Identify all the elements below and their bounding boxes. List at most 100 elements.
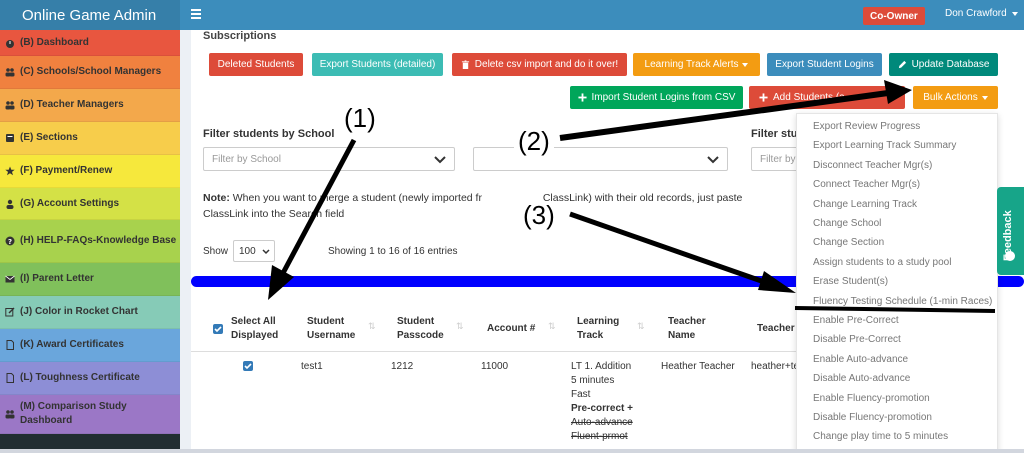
sidebar-item-4[interactable]: (E) Sections: [0, 122, 180, 155]
bulk-menu-item[interactable]: Disable Fluency-promotion: [813, 412, 932, 423]
export-student-logins-button[interactable]: Export Student Logins: [767, 53, 882, 76]
filter-school-select[interactable]: Filter by School: [203, 147, 455, 171]
section-title: Subscriptions: [203, 30, 277, 42]
sidebar-item-label: (B) Dashboard: [20, 36, 89, 48]
bulk-menu-item[interactable]: Fluency Testing Schedule (1-min Races): [813, 296, 992, 307]
bulk-menu-item[interactable]: Connect Teacher Mgr(s): [813, 179, 920, 190]
top-navbar: Co-Owner Don Crawford: [180, 0, 1024, 30]
delete-csv-import-button[interactable]: Delete csv import and do it over!: [452, 53, 627, 76]
feedback-tab[interactable]: Feedback: [997, 187, 1024, 275]
file-icon: [5, 373, 15, 383]
bulk-menu-item[interactable]: Export Learning Track Summary: [813, 140, 956, 151]
annotation-label-1: (1): [340, 104, 380, 132]
header-student-passcode[interactable]: Student Passcode: [397, 315, 444, 343]
update-database-button[interactable]: Update Database: [889, 53, 998, 76]
track-line: LT 1. Addition: [571, 361, 632, 372]
page-size-value: 100: [239, 245, 256, 257]
sidebar-item-label: (I) Parent Letter: [20, 273, 94, 284]
sort-icon[interactable]: ⇅: [548, 321, 556, 332]
role-badge: Co-Owner: [863, 7, 925, 25]
filter-secondary-select[interactable]: [473, 147, 728, 171]
header-teacher-name[interactable]: Teacher Name: [668, 315, 706, 343]
menu-toggle-icon[interactable]: [191, 9, 201, 19]
bulk-menu-item[interactable]: Disable Auto-advance: [813, 373, 910, 384]
bulk-menu-item[interactable]: Disable Pre-Correct: [813, 334, 901, 345]
header-teacher[interactable]: Teacher: [757, 322, 795, 336]
bulk-menu-item[interactable]: Enable Fluency-promotion: [813, 393, 930, 404]
help-icon: ?: [5, 236, 15, 246]
export-students-detailed-button[interactable]: Export Students (detailed): [312, 53, 443, 76]
filter-school-label: Filter students by School: [203, 128, 335, 140]
star-icon: [5, 166, 15, 176]
sidebar-item-5[interactable]: (F) Payment/Renew: [0, 155, 180, 188]
header-learning-track[interactable]: Learning Track: [577, 315, 619, 343]
bulk-menu-item[interactable]: Change Section: [813, 237, 884, 248]
app-title[interactable]: Online Game Admin: [0, 0, 180, 30]
sidebar-item-label: (K) Award Certificates: [20, 339, 124, 350]
book-icon: [5, 133, 15, 143]
edit-icon: [5, 307, 15, 317]
user-icon: [5, 199, 15, 209]
user-menu[interactable]: Don Crawford: [945, 8, 1018, 19]
learning-track-alerts-button[interactable]: Learning Track Alerts: [633, 53, 760, 76]
sidebar: Online Game Admin (B) Dashboard (C) Schoo…: [0, 0, 180, 453]
header-line: Account #: [487, 323, 536, 334]
header-student-username[interactable]: Student Username: [307, 315, 355, 343]
sidebar-item-label: (J) Color in Rocket Chart: [20, 306, 138, 317]
users-icon: [5, 409, 15, 419]
sidebar-item-7[interactable]: ? (H) HELP-FAQs-Knowledge Base: [0, 220, 180, 263]
header-line: Teacher: [757, 323, 795, 334]
add-students-button[interactable]: Add Students (a: [749, 86, 905, 109]
header-account-number[interactable]: Account #: [487, 322, 535, 336]
sidebar-item-9[interactable]: (J) Color in Rocket Chart: [0, 296, 180, 329]
sidebar-item-10[interactable]: (K) Award Certificates: [0, 329, 180, 362]
header-line: Displayed: [231, 330, 279, 341]
track-line: Fast: [571, 389, 591, 400]
sort-icon[interactable]: ⇅: [456, 321, 464, 332]
button-label: Export Students (detailed): [319, 59, 436, 70]
row-checkbox[interactable]: [243, 361, 253, 371]
bulk-menu-item[interactable]: Assign students to a study pool: [813, 257, 951, 268]
chevron-down-icon: [707, 155, 719, 165]
sidebar-item-1[interactable]: (B) Dashboard: [0, 30, 180, 56]
annotation-label-3: (3): [519, 201, 559, 229]
bulk-menu-item[interactable]: Change School: [813, 218, 881, 229]
sidebar-item-label: (F) Payment/Renew: [20, 165, 113, 176]
sidebar-item-6[interactable]: (G) Account Settings: [0, 188, 180, 220]
track-line-strike: Auto-advance: [571, 417, 633, 428]
bulk-menu-item[interactable]: Disconnect Teacher Mgr(s): [813, 160, 932, 171]
bulk-menu-item[interactable]: Enable Pre-Correct: [813, 315, 899, 326]
sidebar-item-3[interactable]: (D) Teacher Managers: [0, 89, 180, 122]
note-text-2: ClassLink) with their old records, just …: [542, 192, 743, 204]
bulk-menu-item[interactable]: Enable Auto-advance: [813, 354, 908, 365]
select-all-checkbox[interactable]: [213, 324, 223, 334]
header-line: Student: [307, 316, 345, 327]
filter-other-label: Filter stu: [751, 128, 798, 140]
pencil-icon: [898, 60, 907, 69]
bulk-menu-item[interactable]: Erase Student(s): [813, 276, 888, 287]
bulk-menu-item[interactable]: Export Review Progress: [813, 121, 920, 132]
feedback-icon: [1005, 251, 1015, 261]
sidebar-item-label: (H) HELP-FAQs-Knowledge Base: [20, 235, 177, 246]
bulk-menu-item[interactable]: Change play time to 5 minutes: [813, 431, 948, 442]
bulk-actions-button[interactable]: Bulk Actions: [913, 86, 998, 109]
caret-down-icon: [1011, 11, 1018, 16]
header-line: Passcode: [397, 330, 444, 341]
sidebar-item-2[interactable]: (C) Schools/School Managers: [0, 56, 180, 89]
sidebar-item-12[interactable]: (M) Comparison Study Dashboard: [0, 395, 180, 434]
sort-icon[interactable]: ⇅: [637, 321, 645, 332]
bulk-menu-item[interactable]: Change Learning Track: [813, 199, 917, 210]
sidebar-item-8[interactable]: (I) Parent Letter: [0, 263, 180, 296]
track-line-strike: Fluent-prmot: [571, 431, 628, 442]
sidebar-item-11[interactable]: (L) Toughness Certificate: [0, 362, 180, 395]
show-label: Show: [203, 246, 229, 257]
cell-teacher: heather+te: [751, 361, 800, 372]
header-line: Teacher: [668, 316, 706, 327]
header-select-all[interactable]: Select All Displayed: [231, 315, 278, 343]
import-student-logins-button[interactable]: Import Student Logins from CSV: [570, 86, 743, 109]
select-placeholder: Filter by School: [212, 153, 281, 165]
deleted-students-button[interactable]: Deleted Students: [209, 53, 303, 76]
cell-account: 11000: [481, 361, 509, 372]
page-size-select[interactable]: 100: [233, 240, 275, 262]
sort-icon[interactable]: ⇅: [368, 321, 376, 332]
